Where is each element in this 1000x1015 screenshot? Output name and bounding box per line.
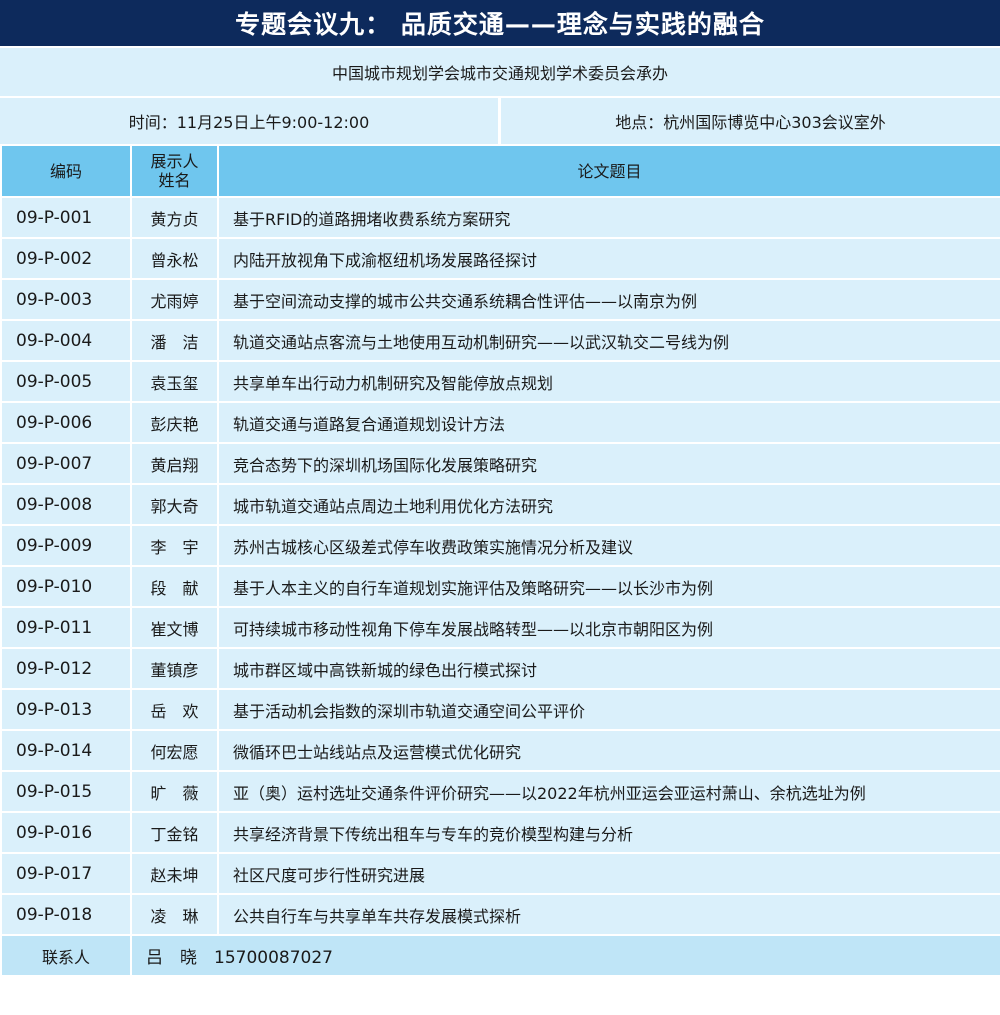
row-code: 09-P-005: [0, 360, 132, 403]
row-presenter-name: 董镇彦: [130, 647, 219, 690]
row-paper-title: 城市群区域中高铁新城的绿色出行模式探讨: [217, 647, 1000, 690]
table-row: 09-P-004 潘 洁轨道交通站点客流与土地使用互动机制研究——以武汉轨交二号线…: [0, 319, 1000, 362]
row-paper-title: 苏州古城核心区级差式停车收费政策实施情况分析及建议: [217, 524, 1000, 567]
row-presenter-name: 曾永松: [130, 237, 219, 280]
row-paper-title: 共享经济背景下传统出租车与专车的竞价模型构建与分析: [217, 811, 1000, 854]
row-presenter-name: 郭大奇: [130, 483, 219, 526]
table-row: 09-P-003 尤雨婷 基于空间流动支撑的城市公共交通系统耦合性评估——以南京为例: [0, 278, 1000, 321]
contact-label: 联系人: [0, 934, 132, 977]
row-paper-title: 可持续城市移动性视角下停车发展战略转型——以北京市朝阳区为例: [217, 606, 1000, 649]
row-paper-title: 竞合态势下的深圳机场国际化发展策略研究: [217, 442, 1000, 485]
row-code: 09-P-010: [0, 565, 132, 608]
row-code: 09-P-008: [0, 483, 132, 526]
row-presenter-name: 丁金铭: [130, 811, 219, 854]
row-presenter-name: 何宏愿: [130, 729, 219, 772]
table-body: 09-P-001 黄方贞 基于RFID的道路拥堵收费系统方案研究 09-P-002 曾永…: [0, 196, 1000, 936]
table-row: 09-P-007 黄启翔 竞合态势下的深圳机场国际化发展策略研究: [0, 442, 1000, 485]
row-paper-title: 社区尺度可步行性研究进展: [217, 852, 1000, 895]
table-row: 09-P-018 凌 琳公共自行车与共享单车共存发展模式探析: [0, 893, 1000, 936]
row-presenter-name: 赵未坤: [130, 852, 219, 895]
row-presenter-name: 旷 薇: [130, 770, 219, 813]
table-row: 09-P-011 崔文博 可持续城市移动性视角下停车发展战略转型——以北京市朝阳区为…: [0, 606, 1000, 649]
table-row: 09-P-001 黄方贞 基于RFID的道路拥堵收费系统方案研究: [0, 196, 1000, 239]
row-presenter-name: 彭庆艳: [130, 401, 219, 444]
row-code: 09-P-018: [0, 893, 132, 936]
row-paper-title: 轨道交通站点客流与土地使用互动机制研究——以武汉轨交二号线为例: [217, 319, 1000, 362]
row-paper-title: 共享单车出行动力机制研究及智能停放点规划: [217, 360, 1000, 403]
table-row: 09-P-006 彭庆艳 轨道交通与道路复合通道规划设计方法: [0, 401, 1000, 444]
table-row: 09-P-013 岳 欢基于活动机会指数的深圳市轨道交通空间公平评价: [0, 688, 1000, 731]
row-paper-title: 微循环巴士站线站点及运营模式优化研究: [217, 729, 1000, 772]
row-presenter-name: 李 宇: [130, 524, 219, 567]
row-paper-title: 内陆开放视角下成渝枢纽机场发展路径探讨: [217, 237, 1000, 280]
table-row: 09-P-005 袁玉玺 共享单车出行动力机制研究及智能停放点规划: [0, 360, 1000, 403]
row-code: 09-P-003: [0, 278, 132, 321]
paper-table: 编码 展示人 姓名 论文题目 09-P-001 黄方贞 基于RFID的道路拥堵收费系…: [0, 144, 1000, 977]
contact-row: 联系人 吕 晓 15700087027: [0, 934, 1000, 977]
session-time: 时间：11月25日上午9:00-12:00: [0, 98, 498, 144]
table-row: 09-P-002 曾永松 内陆开放视角下成渝枢纽机场发展路径探讨: [0, 237, 1000, 280]
meta-row: 时间：11月25日上午9:00-12:00 地点：杭州国际博览中心303会议室外: [0, 96, 1000, 144]
row-code: 09-P-014: [0, 729, 132, 772]
row-code: 09-P-011: [0, 606, 132, 649]
column-header-code: 编码: [0, 144, 132, 198]
row-paper-title: 亚（奥）运村选址交通条件评价研究——以2022年杭州亚运会亚运村萧山、余杭选址为…: [217, 770, 1000, 813]
table-row: 09-P-016 丁金铭 共享经济背景下传统出租车与专车的竞价模型构建与分析: [0, 811, 1000, 854]
row-paper-title: 基于RFID的道路拥堵收费系统方案研究: [217, 196, 1000, 239]
row-paper-title: 轨道交通与道路复合通道规划设计方法: [217, 401, 1000, 444]
row-paper-title: 基于活动机会指数的深圳市轨道交通空间公平评价: [217, 688, 1000, 731]
table-row: 09-P-012 董镇彦 城市群区域中高铁新城的绿色出行模式探讨: [0, 647, 1000, 690]
table-row: 09-P-009 李 宇苏州古城核心区级差式停车收费政策实施情况分析及建议: [0, 524, 1000, 567]
table-row: 09-P-015 旷 薇亚（奥）运村选址交通条件评价研究——以2022年杭州亚运会…: [0, 770, 1000, 813]
row-presenter-name: 袁玉玺: [130, 360, 219, 403]
column-header-presenter: 展示人 姓名: [130, 144, 219, 198]
row-paper-title: 城市轨道交通站点周边土地利用优化方法研究: [217, 483, 1000, 526]
row-code: 09-P-006: [0, 401, 132, 444]
row-code: 09-P-012: [0, 647, 132, 690]
table-header-row: 编码 展示人 姓名 论文题目: [0, 144, 1000, 198]
row-presenter-name: 黄启翔: [130, 442, 219, 485]
row-presenter-name: 潘 洁: [130, 319, 219, 362]
contact-value: 吕 晓 15700087027: [130, 934, 1000, 977]
row-presenter-name: 岳 欢: [130, 688, 219, 731]
row-presenter-name: 黄方贞: [130, 196, 219, 239]
session-place: 地点：杭州国际博览中心303会议室外: [501, 98, 1000, 144]
row-code: 09-P-004: [0, 319, 132, 362]
row-code: 09-P-002: [0, 237, 132, 280]
session-title: 专题会议九： 品质交通——理念与实践的融合: [0, 0, 1000, 46]
table-row: 09-P-008 郭大奇 城市轨道交通站点周边土地利用优化方法研究: [0, 483, 1000, 526]
table-row: 09-P-014 何宏愿 微循环巴士站线站点及运营模式优化研究: [0, 729, 1000, 772]
organizer-line: 中国城市规划学会城市交通规划学术委员会承办: [0, 46, 1000, 96]
row-presenter-name: 尤雨婷: [130, 278, 219, 321]
row-presenter-name: 段 献: [130, 565, 219, 608]
row-code: 09-P-007: [0, 442, 132, 485]
row-paper-title: 基于人本主义的自行车道规划实施评估及策略研究——以长沙市为例: [217, 565, 1000, 608]
column-header-paper: 论文题目: [217, 144, 1000, 198]
row-code: 09-P-016: [0, 811, 132, 854]
row-presenter-name: 崔文博: [130, 606, 219, 649]
row-code: 09-P-001: [0, 196, 132, 239]
row-code: 09-P-013: [0, 688, 132, 731]
row-paper-title: 基于空间流动支撑的城市公共交通系统耦合性评估——以南京为例: [217, 278, 1000, 321]
row-paper-title: 公共自行车与共享单车共存发展模式探析: [217, 893, 1000, 936]
session-schedule: 专题会议九： 品质交通——理念与实践的融合 中国城市规划学会城市交通规划学术委员…: [0, 0, 1000, 1015]
row-presenter-name: 凌 琳: [130, 893, 219, 936]
row-code: 09-P-015: [0, 770, 132, 813]
row-code: 09-P-009: [0, 524, 132, 567]
table-row: 09-P-010 段 献基于人本主义的自行车道规划实施评估及策略研究——以长沙市为…: [0, 565, 1000, 608]
table-row: 09-P-017 赵未坤 社区尺度可步行性研究进展: [0, 852, 1000, 895]
row-code: 09-P-017: [0, 852, 132, 895]
